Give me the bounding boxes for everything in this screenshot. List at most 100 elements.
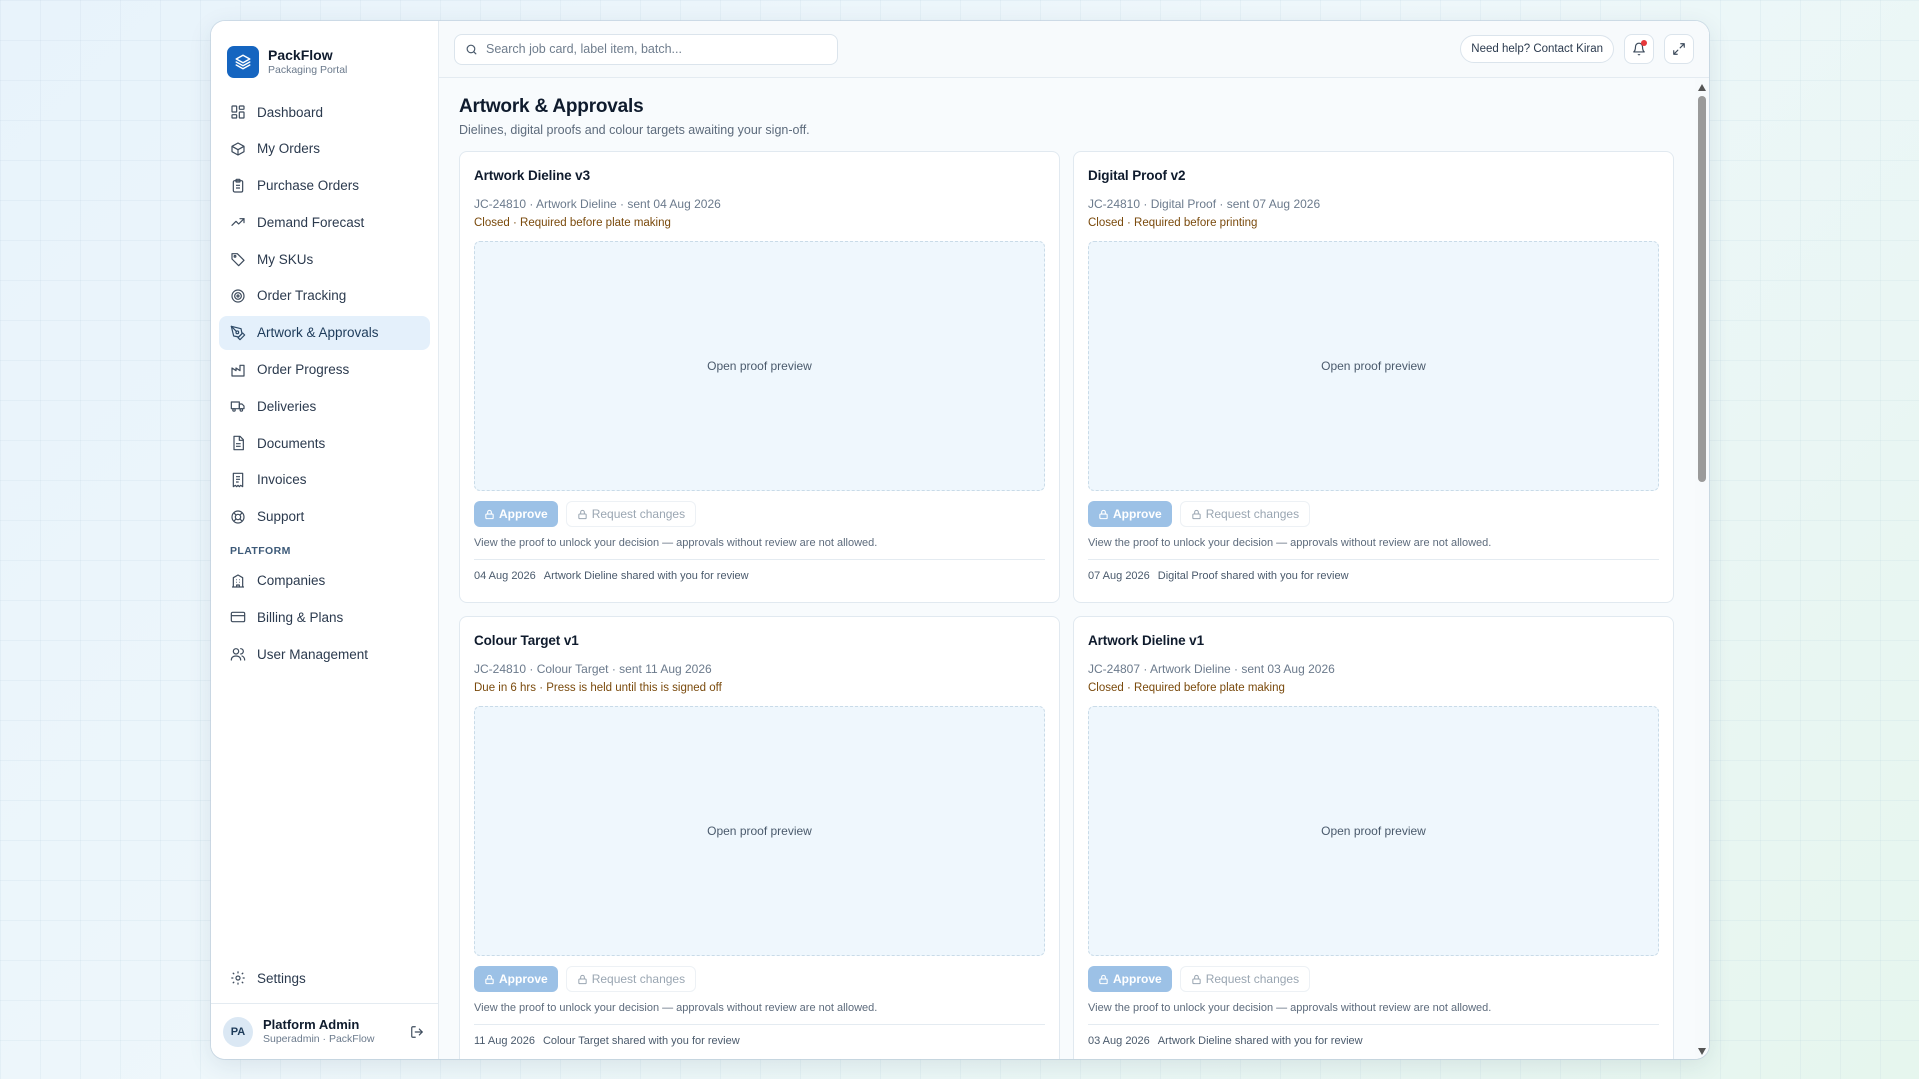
proof-preview[interactable]: Open proof preview xyxy=(1088,241,1659,491)
search-box[interactable] xyxy=(454,33,838,65)
divider xyxy=(474,559,1045,560)
lock-icon xyxy=(1098,509,1109,520)
fullscreen-button[interactable] xyxy=(1664,34,1694,64)
sidebar-item-user-management[interactable]: User Management xyxy=(219,637,430,671)
request-changes-button[interactable]: Request changes xyxy=(565,966,697,992)
box-icon xyxy=(230,141,246,157)
card-title: Digital Proof v2 xyxy=(1088,168,1186,183)
content: Artwork & Approvals Dielines, digital pr… xyxy=(439,78,1709,1059)
activity-text: Colour Target shared with you for review xyxy=(542,1035,740,1047)
card-status: Closed · Required before printing xyxy=(1088,217,1258,229)
lock-icon xyxy=(577,509,588,520)
approve-label: Approve xyxy=(499,972,548,986)
activity-date: 04 Aug 2026 xyxy=(474,570,536,582)
sidebar-section-platform: PLATFORM xyxy=(230,544,291,557)
logout-icon[interactable] xyxy=(408,1023,426,1041)
card-meta: JC-24810 · Digital Proof · sent 07 Aug 2… xyxy=(1088,197,1321,211)
sidebar-item-label: Support xyxy=(257,509,305,525)
lock-icon xyxy=(577,974,588,985)
card-meta: JC-24810 · Artwork Dieline · sent 04 Aug… xyxy=(474,197,721,211)
scroll-up-arrow-icon[interactable] xyxy=(1698,84,1706,91)
sidebar-item-companies[interactable]: Companies xyxy=(219,564,430,598)
request-changes-button[interactable]: Request changes xyxy=(1179,966,1311,992)
activity-date: 11 Aug 2026 xyxy=(474,1035,535,1047)
sidebar-item-deliveries[interactable]: Deliveries xyxy=(219,389,430,423)
activity-text: Artwork Dieline shared with you for revi… xyxy=(543,570,749,582)
sidebar-item-label: Order Tracking xyxy=(257,288,347,304)
activity-date: 03 Aug 2026 xyxy=(1088,1035,1150,1047)
sidebar-item-label: Artwork & Approvals xyxy=(257,325,379,341)
sidebar-item-purchase-orders[interactable]: Purchase Orders xyxy=(219,169,430,203)
sidebar: PackFlow Packaging Portal Dashboard My O… xyxy=(211,21,439,1059)
sidebar-item-demand-forecast[interactable]: Demand Forecast xyxy=(219,205,430,239)
page-subtitle: Dielines, digital proofs and colour targ… xyxy=(459,123,810,137)
sidebar-nav: Dashboard My Orders Purchase Orders Dema… xyxy=(211,87,438,674)
divider xyxy=(1088,559,1659,560)
activity-text: Digital Proof shared with you for review xyxy=(1157,570,1349,582)
approve-button[interactable]: Approve xyxy=(474,966,558,992)
sidebar-item-documents[interactable]: Documents xyxy=(219,426,430,460)
sidebar-item-order-tracking[interactable]: Order Tracking xyxy=(219,279,430,313)
layers-logo-icon xyxy=(227,45,259,78)
grid-icon xyxy=(230,104,246,120)
card-status: Closed · Required before plate making xyxy=(474,217,671,229)
scroll-thumb[interactable] xyxy=(1698,96,1706,482)
vertical-scrollbar[interactable] xyxy=(1695,78,1709,1059)
request-changes-button[interactable]: Request changes xyxy=(1179,501,1311,527)
card-title: Colour Target v1 xyxy=(474,633,579,648)
main-area: Need help? Contact Kiran Artwork & Appro… xyxy=(439,21,1709,1059)
contact-help-button[interactable]: Need help? Contact Kiran xyxy=(1460,35,1614,63)
sidebar-item-label: Deliveries xyxy=(257,398,317,414)
lock-icon xyxy=(484,974,495,985)
approve-button[interactable]: Approve xyxy=(474,501,558,527)
scroll-down-arrow-icon[interactable] xyxy=(1698,1048,1706,1055)
sidebar-item-label: Documents xyxy=(257,435,326,451)
topbar: Need help? Contact Kiran xyxy=(439,21,1709,78)
factory-icon xyxy=(230,362,246,378)
sidebar-item-billing-plans[interactable]: Billing & Plans xyxy=(219,600,430,634)
activity-row: 04 Aug 2026 Artwork Dieline shared with … xyxy=(474,570,1045,582)
receipt-icon xyxy=(230,472,246,488)
approval-card: Artwork Dieline v3 JC-24810 · Artwork Di… xyxy=(459,151,1060,603)
activity-row: 07 Aug 2026 Digital Proof shared with yo… xyxy=(1088,570,1659,582)
request-changes-label: Request changes xyxy=(591,972,686,986)
approval-card: Artwork Dieline v1 JC-24807 · Artwork Di… xyxy=(1073,616,1674,1059)
card-title: Artwork Dieline v3 xyxy=(474,168,590,183)
card-status: Due in 6 hrs · Press is held until this … xyxy=(474,682,722,694)
divider xyxy=(1088,1024,1659,1025)
request-changes-label: Request changes xyxy=(591,507,686,521)
lock-icon xyxy=(1191,974,1202,985)
search-input[interactable] xyxy=(486,42,827,56)
sidebar-item-artwork-approvals[interactable]: Artwork & Approvals xyxy=(219,315,430,350)
review-hint: View the proof to unlock your decision —… xyxy=(1088,1002,1492,1014)
users-icon xyxy=(230,646,246,662)
trend-icon xyxy=(230,214,246,230)
preview-label: Open proof preview xyxy=(1321,359,1426,373)
sidebar-item-label: Companies xyxy=(257,573,326,589)
avatar[interactable]: PA xyxy=(223,1016,253,1047)
brand[interactable]: PackFlow Packaging Portal xyxy=(211,21,438,87)
proof-preview[interactable]: Open proof preview xyxy=(474,241,1045,491)
sidebar-item-support[interactable]: Support xyxy=(219,500,430,534)
proof-preview[interactable]: Open proof preview xyxy=(474,706,1045,956)
lock-icon xyxy=(484,509,495,520)
notifications-button[interactable] xyxy=(1624,34,1654,64)
lock-icon xyxy=(1191,509,1202,520)
sidebar-item-invoices[interactable]: Invoices xyxy=(219,463,430,497)
sidebar-item-my-skus[interactable]: My SKUs xyxy=(219,242,430,276)
sidebar-item-settings[interactable]: Settings xyxy=(219,961,430,995)
sidebar-item-order-progress[interactable]: Order Progress xyxy=(219,353,430,387)
sidebar-item-dashboard[interactable]: Dashboard xyxy=(219,95,430,129)
approve-label: Approve xyxy=(499,507,548,521)
request-changes-button[interactable]: Request changes xyxy=(565,501,697,527)
page-title: Artwork & Approvals xyxy=(459,96,644,117)
approvals-grid: Artwork Dieline v3 JC-24810 · Artwork Di… xyxy=(459,151,1689,1059)
divider xyxy=(474,1024,1045,1025)
approve-button[interactable]: Approve xyxy=(1088,501,1172,527)
sidebar-item-my-orders[interactable]: My Orders xyxy=(219,132,430,166)
app-window: PackFlow Packaging Portal Dashboard My O… xyxy=(211,21,1709,1059)
truck-icon xyxy=(230,398,246,414)
approve-button[interactable]: Approve xyxy=(1088,966,1172,992)
preview-label: Open proof preview xyxy=(707,359,812,373)
proof-preview[interactable]: Open proof preview xyxy=(1088,706,1659,956)
